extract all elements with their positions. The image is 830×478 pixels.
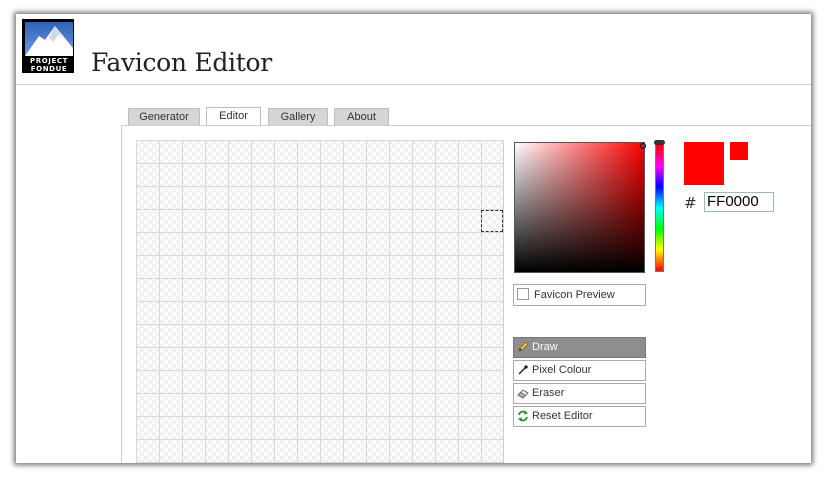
favicon-preview-button[interactable]: Favicon Preview xyxy=(513,284,646,306)
hover-cell-indicator xyxy=(481,210,503,232)
draw-tool-button[interactable]: Draw xyxy=(513,337,646,358)
eraser-tool-label: Eraser xyxy=(532,387,565,399)
project-fondue-logo[interactable]: PROJECT FONDUE xyxy=(22,19,74,73)
hex-color-input[interactable]: FF0000 xyxy=(704,192,774,212)
saturation-value-picker[interactable] xyxy=(514,142,646,273)
current-color-swatch xyxy=(684,142,724,185)
favicon-preview-thumbnail xyxy=(517,288,529,300)
tab-generator[interactable]: Generator xyxy=(128,108,200,125)
picker-handle[interactable] xyxy=(640,143,646,149)
reset-editor-label: Reset Editor xyxy=(532,410,593,422)
eyedropper-icon xyxy=(518,364,529,375)
pixel-colour-tool-button[interactable]: Pixel Colour xyxy=(513,360,646,381)
pencil-icon xyxy=(518,341,529,352)
app-window: PROJECT FONDUE Favicon Editor Generator … xyxy=(16,14,811,463)
hex-symbol: # xyxy=(684,194,697,212)
tab-about[interactable]: About xyxy=(334,108,389,125)
hue-slider[interactable] xyxy=(655,144,664,272)
logo-line-1: PROJECT xyxy=(30,57,68,65)
eraser-icon xyxy=(517,389,529,399)
mountain-icon xyxy=(25,22,73,56)
hue-slider-handle[interactable] xyxy=(654,140,665,145)
logo-line-2: FONDUE xyxy=(30,65,68,73)
pixel-colour-tool-label: Pixel Colour xyxy=(532,364,592,376)
header-divider xyxy=(16,84,811,85)
refresh-icon xyxy=(518,410,528,422)
reset-editor-button[interactable]: Reset Editor xyxy=(513,406,646,427)
eraser-tool-button[interactable]: Eraser xyxy=(513,383,646,404)
tab-gallery[interactable]: Gallery xyxy=(268,108,328,125)
pixel-canvas[interactable] xyxy=(136,140,504,463)
page-title: Favicon Editor xyxy=(91,48,272,77)
tab-editor[interactable]: Editor xyxy=(206,107,261,126)
draw-tool-label: Draw xyxy=(532,341,558,353)
previous-color-swatch[interactable] xyxy=(730,142,748,160)
favicon-preview-label: Favicon Preview xyxy=(534,289,615,301)
